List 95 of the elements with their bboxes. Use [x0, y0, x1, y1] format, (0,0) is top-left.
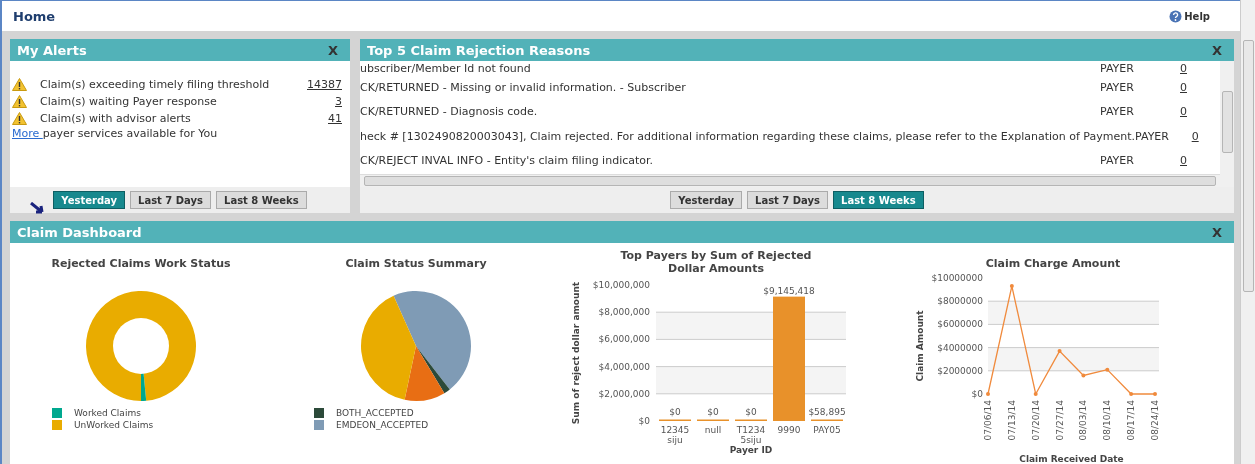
axis-tick-label: 07/13/14 [1006, 400, 1017, 441]
count-link[interactable]: 0 [1180, 105, 1220, 119]
axis-title: Sum of reject dollar amount [571, 281, 581, 425]
table-cell-text: PAYER [1100, 62, 1135, 75]
horizontal-scrollbar[interactable] [360, 174, 1220, 187]
axis-tick-label: 08/24/14 [1150, 400, 1160, 441]
page-title: Home [13, 8, 56, 24]
panel-title: Claim Dashboard [17, 224, 142, 240]
chart-title: Claim Status Summary [344, 257, 488, 270]
axis-tick-label: 08/17/14 [1126, 400, 1137, 441]
help-icon[interactable] [1169, 9, 1183, 23]
count-link[interactable]: 0 [1191, 129, 1220, 143]
table-cell-text: ubscriber/Member Id not found [360, 62, 532, 75]
data-point [986, 392, 990, 396]
panel-title: Top 5 Claim Rejection Reasons [367, 42, 591, 58]
legend-label: Worked Claims [74, 408, 141, 418]
axis-tick-label: 07/06/14 [983, 400, 993, 441]
count-link[interactable]: 3 [335, 95, 342, 108]
table-cell-text: PAYER [1100, 105, 1135, 119]
range-button[interactable]: Last 8 Weeks [833, 191, 924, 209]
warning-icon [12, 78, 27, 91]
axis-title: Claim Amount [915, 310, 925, 382]
table-cell-text: PAYER [1100, 80, 1135, 94]
close-button[interactable]: X [1211, 42, 1222, 58]
data-point [1153, 392, 1157, 396]
chart-title: Top Payers by Sum of Rejected Dollar Amounts [619, 249, 813, 275]
data-label: $58,895 [808, 407, 846, 417]
data-point [1057, 349, 1062, 354]
table-cell: heck # [1302490820003043], Claim rejected. For additional information regarding these claims, please refer to the Explanation of Payment. [360, 129, 1136, 143]
axis-title: Claim Received Date [1019, 454, 1124, 464]
page-scrollbar[interactable] [1240, 0, 1255, 464]
category-label: PAY05 [813, 425, 841, 435]
count-link[interactable]: 0 [1180, 154, 1220, 168]
category-label: T12345siju [736, 425, 766, 445]
table-cell-text: PAYER [1135, 129, 1170, 143]
axis-tick-label: $2000000 [937, 365, 983, 376]
help-link[interactable]: Help [1184, 10, 1210, 22]
chart-title: Rejected Claims Work Status [50, 257, 232, 270]
axis-tick-label: $2,000,000 [598, 388, 650, 399]
close-button[interactable]: X [327, 42, 338, 58]
axis-tick-label: 07/20/14 [1030, 400, 1041, 441]
close-button[interactable]: X [1211, 224, 1222, 240]
table-cell-text: PAYER [1100, 154, 1135, 168]
legend-label: UnWorked Claims [74, 420, 154, 430]
data-point [1081, 373, 1086, 378]
panel-title: My Alerts [17, 42, 87, 58]
arrow-icon [30, 202, 46, 216]
axis-tick-label: $6000000 [937, 319, 983, 330]
table-cell-text: CK/RETURNED - Missing or invalid information. - Subscriber [360, 80, 687, 94]
count-link[interactable]: 41 [328, 112, 342, 125]
axis-tick-label: $0 [638, 416, 650, 426]
vertical-scrollbar[interactable] [1220, 61, 1234, 187]
data-point [1033, 392, 1038, 396]
count-link[interactable]: 0 [1180, 62, 1220, 75]
count-link[interactable]: 0 [1180, 80, 1220, 94]
axis-tick-label: 08/10/14 [1102, 400, 1113, 441]
more-link[interactable]: More [12, 127, 43, 140]
category-label: 12345siju [660, 425, 690, 445]
range-button[interactable]: Last 8 Weeks [216, 191, 307, 209]
data-label: $0 [707, 407, 719, 417]
data-label: $0 [745, 407, 757, 417]
axis-tick-label: $0 [971, 389, 983, 399]
axis-tick-label: $6,000,000 [598, 334, 650, 345]
axis-title: Payer ID [729, 445, 773, 455]
data-label: $0 [669, 407, 681, 417]
table-cell-text: CK/REJECT INVAL INFO - Entity's claim filing indicator. [360, 154, 655, 168]
legend-label: BOTH_ACCEPTED [336, 408, 414, 418]
axis-tick-label: $4000000 [937, 342, 983, 353]
chart-title: Claim Charge Amount [984, 257, 1122, 270]
more-services-text: More payer services available for You [12, 127, 219, 140]
axis-tick-label: $4,000,000 [598, 361, 650, 372]
data-point [1105, 367, 1110, 372]
data-point [1129, 392, 1134, 396]
alert-text: Claim(s) exceeding timely filing threshold [39, 78, 271, 91]
axis-tick-label: $10,000,000 [592, 280, 650, 290]
range-button[interactable]: Last 7 Days [130, 191, 211, 209]
alert-text: Claim(s) with advisor alerts [39, 112, 192, 125]
axis-tick-label: $10000000 [931, 273, 983, 283]
axis-tick-label: 08/03/14 [1078, 400, 1089, 441]
range-button[interactable]: Last 7 Days [747, 191, 828, 209]
legend-label: EMDEON_ACCEPTED [336, 420, 429, 430]
data-label: $9,145,418 [763, 285, 815, 296]
axis-tick-label: 07/27/14 [1054, 400, 1065, 441]
range-button[interactable]: Yesterday [670, 191, 742, 209]
data-point [1009, 284, 1014, 289]
table-cell-text: CK/RETURNED - Diagnosis code. [360, 105, 539, 119]
warning-icon [12, 112, 27, 125]
category-label: 9990 [777, 425, 801, 435]
category-label: null [704, 425, 722, 435]
alert-text: Claim(s) waiting Payer response [39, 95, 218, 108]
axis-tick-label: $8000000 [937, 296, 983, 307]
count-link[interactable]: 14387 [307, 78, 342, 91]
warning-icon [12, 95, 27, 108]
axis-tick-label: $8,000,000 [598, 307, 650, 318]
range-button[interactable]: Yesterday [53, 191, 125, 209]
